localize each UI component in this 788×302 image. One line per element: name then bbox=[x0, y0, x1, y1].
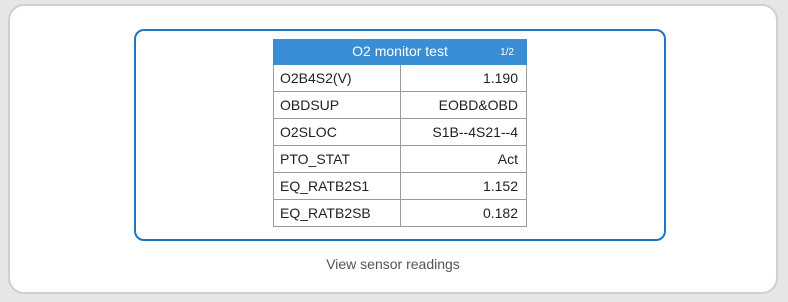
feature-card: O2 monitor test 1/2 O2B4S2(V) 1.190 OBDS… bbox=[8, 4, 778, 294]
page-indicator: 1/2 bbox=[500, 47, 514, 58]
sensor-name: O2SLOC bbox=[274, 119, 401, 145]
table-header: O2 monitor test 1/2 bbox=[273, 39, 527, 65]
device-screen: O2 monitor test 1/2 O2B4S2(V) 1.190 OBDS… bbox=[134, 29, 666, 241]
sensor-value: 1.190 bbox=[482, 70, 518, 86]
screen-title: O2 monitor test bbox=[352, 43, 448, 59]
table-row[interactable]: O2B4S2(V) 1.190 bbox=[273, 65, 527, 92]
sensor-table: O2 monitor test 1/2 O2B4S2(V) 1.190 OBDS… bbox=[273, 39, 527, 227]
sensor-value: 1.152 bbox=[482, 178, 518, 194]
table-row[interactable]: OBDSUP EOBD&OBD bbox=[273, 92, 527, 119]
sensor-name: EQ_RATB2SB bbox=[274, 200, 401, 226]
table-row[interactable]: PTO_STAT Act bbox=[273, 146, 527, 173]
sensor-value: EOBD&OBD bbox=[438, 97, 518, 113]
table-row[interactable]: EQ_RATB2SB 0.182 bbox=[273, 200, 527, 227]
sensor-name: EQ_RATB2S1 bbox=[274, 173, 401, 199]
sensor-value: S1B--4S21--4 bbox=[432, 124, 518, 140]
table-row[interactable]: O2SLOC S1B--4S21--4 bbox=[273, 119, 527, 146]
sensor-value: 0.182 bbox=[482, 205, 518, 221]
sensor-value: Act bbox=[497, 151, 518, 167]
sensor-name: OBDSUP bbox=[274, 92, 401, 118]
sensor-name: O2B4S2(V) bbox=[274, 65, 401, 91]
table-row[interactable]: EQ_RATB2S1 1.152 bbox=[273, 173, 527, 200]
caption: View sensor readings bbox=[326, 256, 460, 272]
sensor-name: PTO_STAT bbox=[274, 146, 401, 172]
